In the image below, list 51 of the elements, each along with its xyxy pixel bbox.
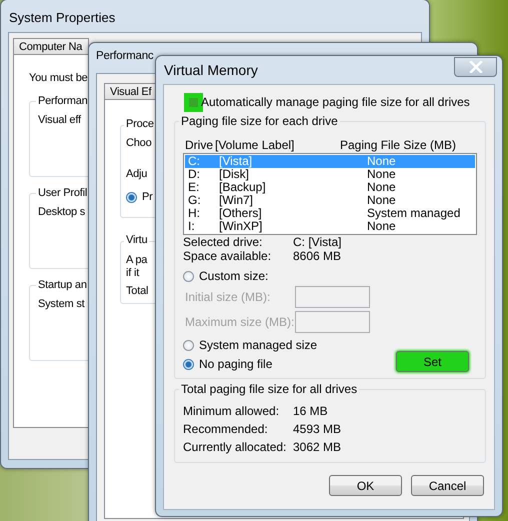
window-title: Virtual Memory — [163, 61, 258, 80]
radio-label: Pr — [142, 191, 153, 203]
radio-button[interactable] — [183, 340, 194, 350]
radio-button[interactable] — [183, 358, 194, 370]
column-header: Paging File Size (MB) — [340, 138, 456, 152]
info-value: 16 MB — [293, 403, 328, 420]
window-title: System Properties — [8, 9, 116, 27]
info-label: Recommended: — [183, 421, 269, 438]
field-label: Initial size (MB): — [184, 290, 272, 304]
window-title: Performanc — [95, 49, 154, 64]
group-title: Total paging file size for all drives — [179, 382, 360, 396]
description-text: Choo — [126, 136, 152, 150]
drive-row[interactable]: I: [WinXP] None — [185, 220, 475, 233]
info-label: Minimum allowed: — [183, 403, 280, 420]
radio-label: No paging file — [199, 357, 272, 371]
group-title: Virtu — [124, 234, 150, 246]
info-value: 3062 MB — [293, 439, 342, 456]
description-text: Visual eff — [38, 113, 81, 127]
close-button[interactable] — [454, 57, 497, 77]
set-button[interactable]: Set — [396, 351, 469, 372]
drive-row[interactable]: H: [Others] System managed — [185, 207, 475, 220]
close-icon — [468, 61, 482, 73]
group-title: Proce — [124, 118, 156, 130]
description-text: Adju — [126, 167, 148, 181]
info-value: 4593 MB — [293, 421, 342, 438]
drive-row[interactable]: D: [Disk] None — [185, 168, 475, 181]
description-text: Desktop s — [38, 205, 86, 219]
description-text: A pa — [126, 254, 148, 267]
column-header: [Volume Label] — [215, 138, 296, 152]
info-label: Currently allocated: — [183, 439, 288, 456]
tab[interactable]: Computer Na — [13, 38, 90, 54]
field-label: Maximum size (MB): — [184, 314, 295, 328]
radio-label: System managed size — [199, 338, 318, 352]
radio-label: Custom size: — [199, 269, 268, 283]
radio-button[interactable] — [126, 192, 137, 202]
description-text: Total — [126, 285, 148, 298]
info-label: Selected drive: — [183, 235, 264, 249]
dialog-button[interactable]: OK — [329, 475, 402, 496]
info-value: 8606 MB — [293, 249, 342, 263]
drive-row[interactable]: E: [Backup] None — [185, 181, 475, 194]
dialog-button[interactable]: Cancel — [411, 475, 484, 496]
column-header: Drive — [184, 138, 214, 152]
group-title: Startup an — [36, 278, 89, 292]
description-text: You must be — [29, 71, 88, 85]
info-label: Space available: — [183, 249, 272, 263]
drive-row[interactable]: G: [Win7] None — [185, 194, 475, 207]
radio-button[interactable] — [183, 270, 194, 282]
description-text: System st — [38, 297, 84, 311]
group-title: Paging file size for each drive — [179, 114, 340, 128]
info-value: C: [Vista] — [293, 235, 342, 249]
description-text: if it — [126, 267, 140, 280]
